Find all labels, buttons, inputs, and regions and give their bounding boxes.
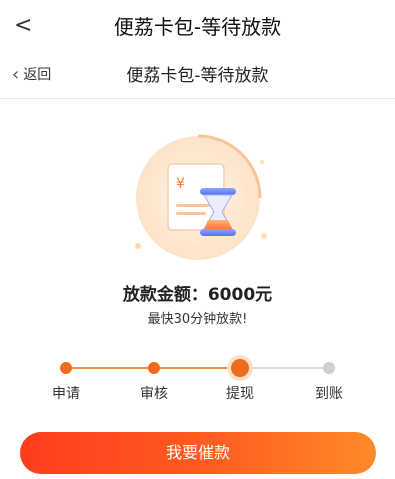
app-header: < 便荔卡包-等待放款 bbox=[0, 0, 395, 54]
loan-amount: 放款金额：6000元 bbox=[122, 285, 273, 305]
step-label-apply: 申请 bbox=[52, 386, 80, 402]
progress-steps: 申请 审核 提现 到账 bbox=[0, 358, 395, 408]
step-dot-apply bbox=[60, 362, 72, 374]
sparkle-dot bbox=[261, 233, 267, 239]
step-label-withdraw: 提现 bbox=[226, 386, 254, 402]
step-dot-withdraw bbox=[231, 359, 249, 377]
loan-eta-note: 最快30分钟放款! bbox=[147, 312, 248, 327]
step-label-arrival: 到账 bbox=[315, 386, 343, 402]
step-dot-review bbox=[148, 362, 160, 374]
yen-symbol: ¥ bbox=[176, 176, 185, 192]
page-nav-bar: ‹ 返回 便荔卡包-等待放款 bbox=[0, 54, 395, 99]
waiting-illustration: ¥ bbox=[135, 134, 267, 260]
urge-payment-button[interactable]: 我要催款 bbox=[20, 432, 376, 474]
page-title: 便荔卡包-等待放款 bbox=[126, 66, 269, 86]
sparkle-dot bbox=[260, 160, 264, 164]
header-title: 便荔卡包-等待放款 bbox=[113, 15, 282, 39]
progress-line-pending bbox=[240, 367, 329, 369]
sparkle-dot bbox=[135, 243, 141, 249]
step-dot-arrival bbox=[323, 362, 335, 374]
step-label-review: 审核 bbox=[140, 386, 168, 402]
